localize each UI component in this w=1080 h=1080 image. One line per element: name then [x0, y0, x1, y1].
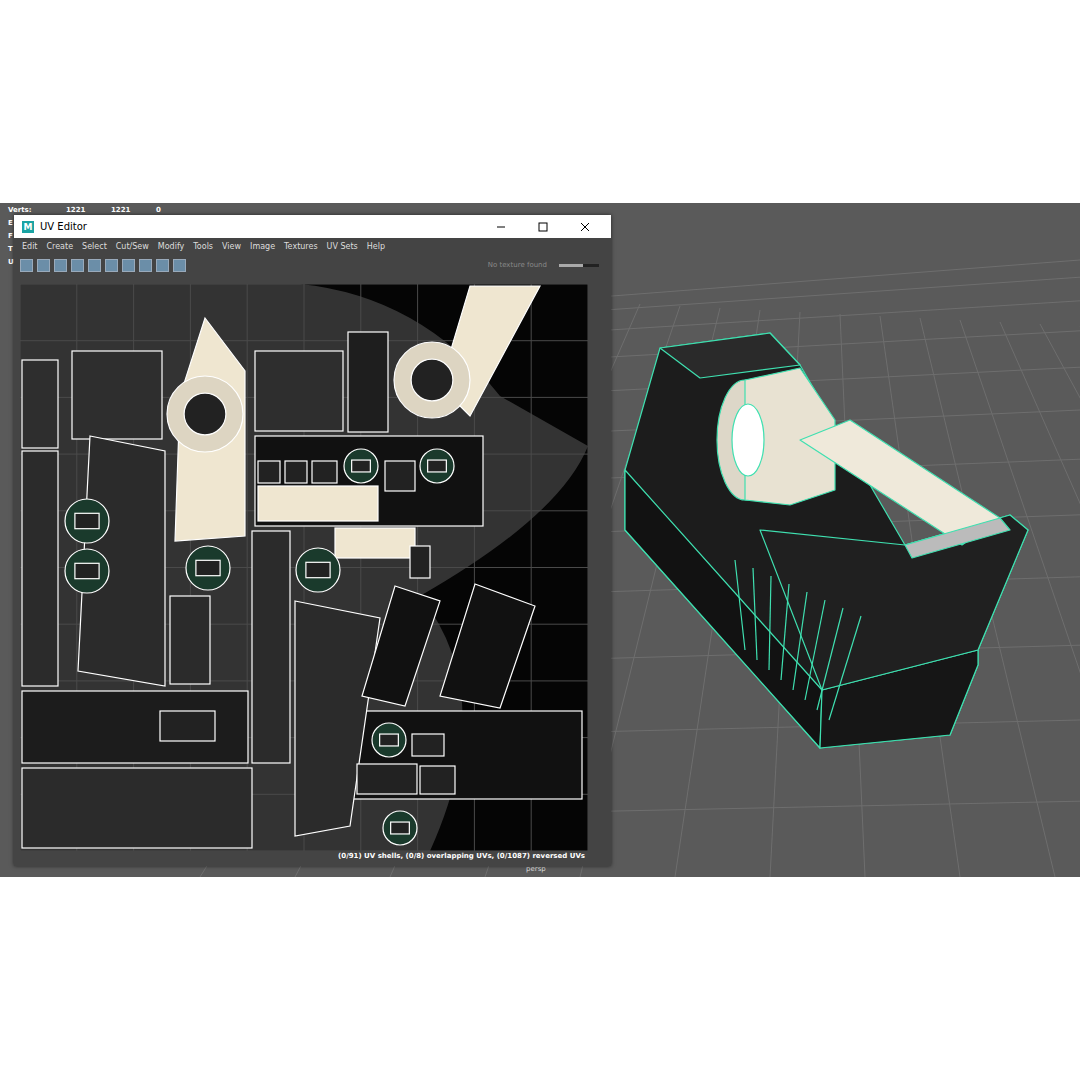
tool-icon[interactable] — [173, 259, 186, 272]
toolbar: No texture found — [14, 254, 611, 276]
tool-icon[interactable] — [122, 259, 135, 272]
hud-label: U — [8, 256, 14, 269]
exposure-slider[interactable] — [559, 264, 599, 267]
hud-label: E — [8, 217, 13, 230]
maya-workspace: Verts:122112210EFTUperspMUV EditorEditCr… — [0, 203, 1080, 877]
menu-item[interactable]: UV Sets — [327, 242, 358, 251]
menu-bar: Edit Create Select Cut/Sew Modify Tools View Im… — [14, 238, 611, 254]
uv-canvas[interactable] — [20, 284, 588, 851]
uv-canvas-area: (0/91) UV shells, (0/8) overlapping UVs,… — [14, 276, 611, 866]
tool-icon[interactable] — [54, 259, 67, 272]
maximize-button[interactable] — [525, 222, 561, 232]
tool-icon[interactable] — [88, 259, 101, 272]
camera-label: persp — [526, 865, 546, 873]
menu-item[interactable]: Select — [82, 242, 107, 251]
minimize-icon — [496, 222, 506, 232]
title-bar[interactable]: M UV Editor — [14, 215, 611, 238]
tool-icon[interactable] — [20, 259, 33, 272]
tool-icon[interactable] — [139, 259, 152, 272]
slider-fill — [559, 264, 583, 267]
window-title: UV Editor — [40, 221, 477, 232]
tool-icon[interactable] — [71, 259, 84, 272]
texture-label: No texture found — [488, 261, 547, 269]
menu-item[interactable]: Create — [47, 242, 74, 251]
menu-item[interactable]: Modify — [158, 242, 185, 251]
menu-item[interactable]: Textures — [284, 242, 317, 251]
status-bar: (0/91) UV shells, (0/8) overlapping UVs,… — [20, 851, 589, 863]
hud-label: T — [8, 243, 13, 256]
tool-icon[interactable] — [156, 259, 169, 272]
tool-icon[interactable] — [37, 259, 50, 272]
page-top — [0, 0, 1080, 203]
maya-logo-icon: M — [22, 221, 34, 233]
page-bottom — [0, 877, 1080, 1080]
maximize-icon — [538, 222, 548, 232]
minimize-button[interactable] — [483, 222, 519, 232]
menu-item[interactable]: View — [222, 242, 241, 251]
uv-editor-window[interactable]: M UV Editor Edit Create Select Cut/Sew Modify T… — [14, 215, 611, 866]
menu-item[interactable]: Tools — [193, 242, 213, 251]
menu-item[interactable]: Help — [367, 242, 385, 251]
menu-item[interactable]: Edit — [22, 242, 38, 251]
close-icon — [580, 222, 590, 232]
close-button[interactable] — [567, 222, 603, 232]
hud-label: F — [8, 230, 13, 243]
tool-icon[interactable] — [105, 259, 118, 272]
menu-item[interactable]: Image — [250, 242, 275, 251]
menu-item[interactable]: Cut/Sew — [116, 242, 149, 251]
